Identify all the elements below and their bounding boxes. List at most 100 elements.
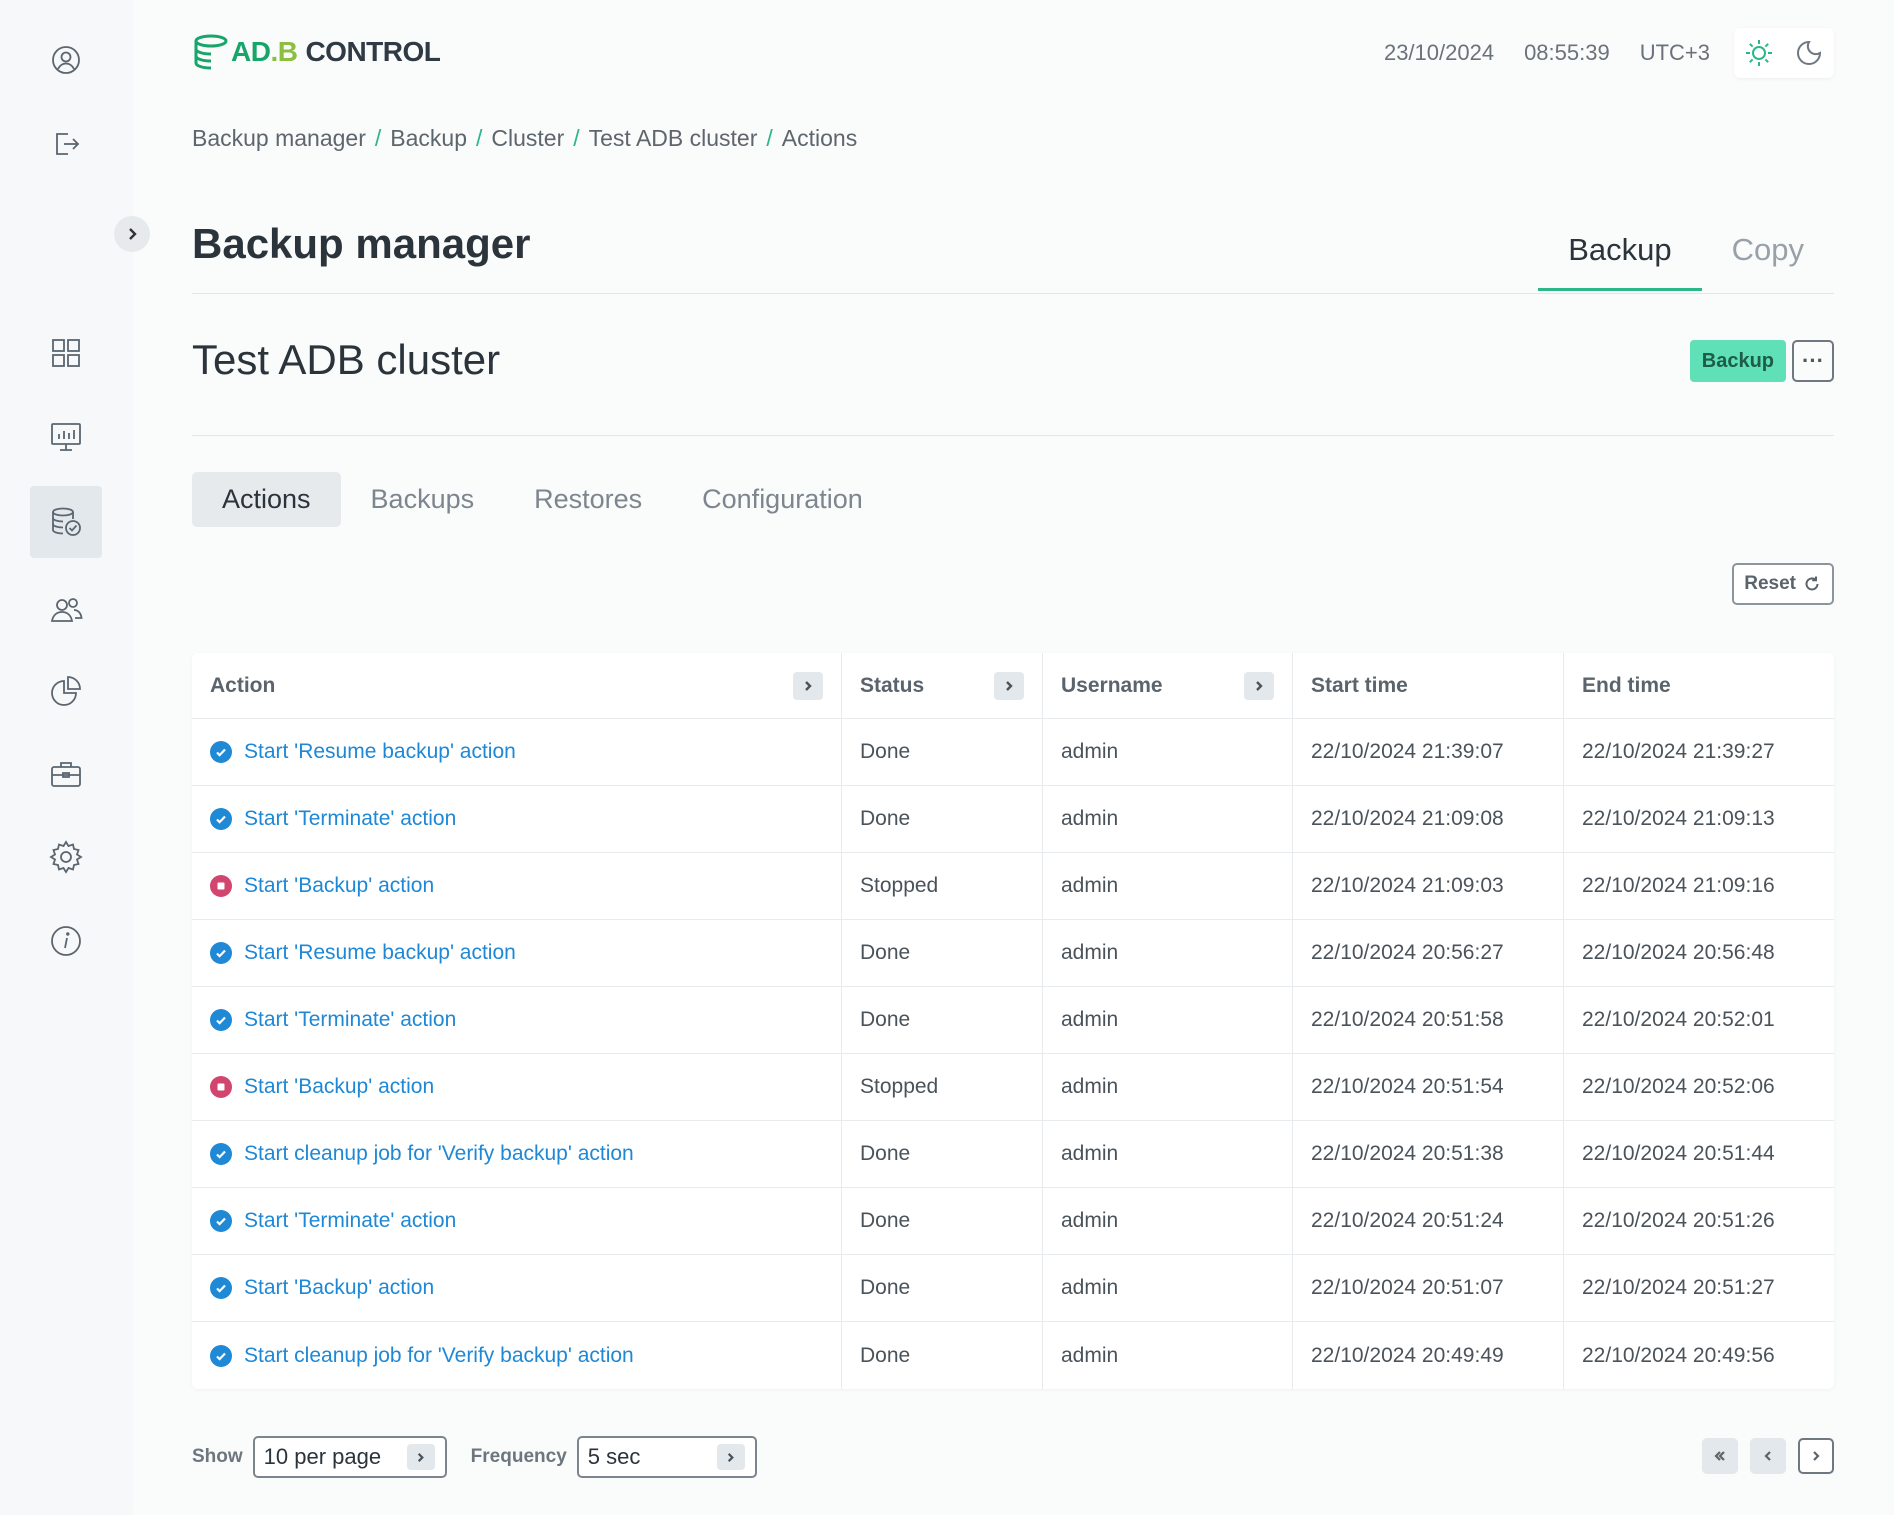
action-link[interactable]: Start 'Terminate' action (244, 1008, 456, 1032)
light-theme-icon[interactable] (1744, 38, 1774, 68)
stop-circle-icon (210, 1076, 232, 1098)
cell-username: admin (1043, 1121, 1293, 1187)
check-circle-icon (210, 1210, 232, 1232)
action-link[interactable]: Start 'Terminate' action (244, 807, 456, 831)
dark-theme-icon[interactable] (1794, 38, 1824, 68)
users-icon[interactable] (30, 574, 102, 646)
next-page-button[interactable] (1798, 1438, 1834, 1474)
column-label: Username (1061, 673, 1163, 697)
cell-status: Done (842, 920, 1043, 986)
chevron-right-icon (1813, 1451, 1820, 1461)
cell-action: Start 'Terminate' action (192, 786, 842, 852)
check-circle-icon (210, 1277, 232, 1299)
header-date: 23/10/2024 (1383, 40, 1495, 65)
toolbox-icon[interactable] (30, 738, 102, 810)
cell-end-time: 22/10/2024 20:52:06 (1582, 1075, 1775, 1098)
logout-icon[interactable] (30, 108, 102, 180)
action-link[interactable]: Start 'Resume backup' action (244, 941, 516, 965)
action-link[interactable]: Start 'Backup' action (244, 1075, 434, 1099)
breadcrumb-item[interactable]: Backup manager (192, 125, 366, 152)
monitoring-icon[interactable] (30, 401, 102, 473)
column-filter-button[interactable] (793, 671, 823, 700)
table-row: Start 'Resume backup' action Done admin 22/… (192, 920, 1834, 987)
app-logo: AD.B CONTROL (192, 30, 441, 74)
divider (192, 435, 1834, 436)
breadcrumb-item[interactable]: Cluster (491, 125, 564, 152)
action-link[interactable]: Start cleanup job for 'Verify backup' ac… (244, 1142, 634, 1166)
table-footer: Show 10 per page Frequency 5 sec (192, 1436, 1834, 1478)
action-link[interactable]: Start 'Resume backup' action (244, 740, 516, 764)
database-logo-icon (194, 34, 228, 70)
per-page-select[interactable]: 10 per page (252, 1436, 447, 1478)
cell-start-time: 22/10/2024 21:09:03 (1293, 853, 1564, 919)
check-circle-icon (210, 1344, 232, 1367)
column-filter-button[interactable] (1244, 671, 1274, 700)
column-label: Action (210, 673, 276, 697)
cell-start-time: 22/10/2024 20:51:24 (1293, 1188, 1564, 1254)
header-timezone: UTC+3 (1639, 40, 1710, 65)
table-row: Start 'Resume backup' action Done admin 22/… (192, 719, 1834, 786)
action-link[interactable]: Start 'Backup' action (244, 874, 434, 898)
per-page-value: 10 per page (263, 1444, 382, 1469)
tab-backup[interactable]: Backup (1538, 222, 1702, 291)
reset-label: Reset (1744, 573, 1796, 594)
reports-icon[interactable] (30, 655, 102, 727)
breadcrumb-separator: / (374, 125, 382, 151)
double-chevron-left-icon (1714, 1451, 1725, 1461)
column-filter-button[interactable] (994, 671, 1024, 700)
cell-end-time: 22/10/2024 21:09:13 (1582, 807, 1775, 830)
cell-action: Start 'Backup' action (192, 1054, 842, 1120)
breadcrumb-separator: / (766, 125, 773, 151)
backup-icon[interactable] (30, 486, 102, 558)
user-profile-icon[interactable] (30, 24, 102, 96)
chevron-right-icon (406, 1444, 435, 1470)
cell-end-time: 22/10/2024 20:51:44 (1582, 1142, 1775, 1165)
tab-restores[interactable]: Restores (504, 472, 672, 527)
action-link[interactable]: Start 'Backup' action (244, 1276, 434, 1300)
column-header-username: Username (1043, 653, 1293, 718)
table-row: Start 'Terminate' action Done admin 22/10/2… (192, 786, 1834, 853)
cell-status: Stopped (842, 1054, 1043, 1120)
sidebar-expand-button[interactable] (114, 216, 150, 252)
column-label: Start time (1311, 673, 1408, 697)
breadcrumb-separator: / (476, 125, 483, 151)
cell-username: admin (1043, 987, 1293, 1053)
backup-button[interactable]: Backup (1689, 340, 1786, 382)
check-circle-icon (210, 808, 232, 830)
breadcrumb-item[interactable]: Test ADB cluster (589, 125, 758, 152)
main-area: AD.B CONTROL 23/10/2024 08:55:39 UTC+3 B… (133, 0, 1894, 1515)
dashboard-icon[interactable] (30, 317, 102, 389)
pagination (1702, 1438, 1834, 1474)
column-header-end-time: End time (1564, 653, 1834, 718)
tab-actions[interactable]: Actions (192, 472, 341, 527)
table-row: Start 'Backup' action Stopped admin 22/10/2… (192, 853, 1834, 920)
action-link[interactable]: Start 'Terminate' action (244, 1209, 456, 1233)
cell-action: Start 'Backup' action (192, 853, 842, 919)
frequency-select[interactable]: 5 sec (576, 1436, 757, 1478)
check-circle-icon (210, 1009, 232, 1031)
cell-action: Start 'Backup' action (192, 1255, 842, 1321)
more-actions-button[interactable]: ··· (1792, 340, 1834, 382)
top-tabs: Backup Copy (1538, 222, 1834, 291)
chevron-right-icon (1256, 680, 1263, 691)
header-clock: 23/10/2024 08:55:39 UTC+3 (1384, 40, 1710, 66)
first-page-button[interactable] (1702, 1438, 1738, 1474)
info-icon[interactable] (30, 905, 102, 977)
tab-backups[interactable]: Backups (341, 472, 505, 527)
show-label: Show (192, 1446, 243, 1467)
cell-action: Start 'Terminate' action (192, 1188, 842, 1254)
table-row: Start 'Terminate' action Done admin 22/10/2… (192, 987, 1834, 1054)
tab-copy[interactable]: Copy (1702, 222, 1834, 291)
settings-icon[interactable] (30, 821, 102, 893)
reset-button[interactable]: Reset (1732, 563, 1834, 605)
cell-action: Start 'Resume backup' action (192, 920, 842, 986)
cell-start-time: 22/10/2024 21:09:08 (1293, 786, 1564, 852)
cell-end-time: 22/10/2024 20:49:56 (1582, 1343, 1775, 1367)
table-row: Start 'Backup' action Done admin 22/10/2024… (192, 1255, 1834, 1322)
cell-end-time: 22/10/2024 20:56:48 (1582, 941, 1775, 964)
breadcrumb-item[interactable]: Backup (390, 125, 467, 152)
action-link[interactable]: Start cleanup job for 'Verify backup' ac… (244, 1344, 634, 1368)
refresh-icon (1805, 576, 1819, 591)
tab-configuration[interactable]: Configuration (672, 472, 893, 527)
prev-page-button[interactable] (1750, 1438, 1786, 1474)
